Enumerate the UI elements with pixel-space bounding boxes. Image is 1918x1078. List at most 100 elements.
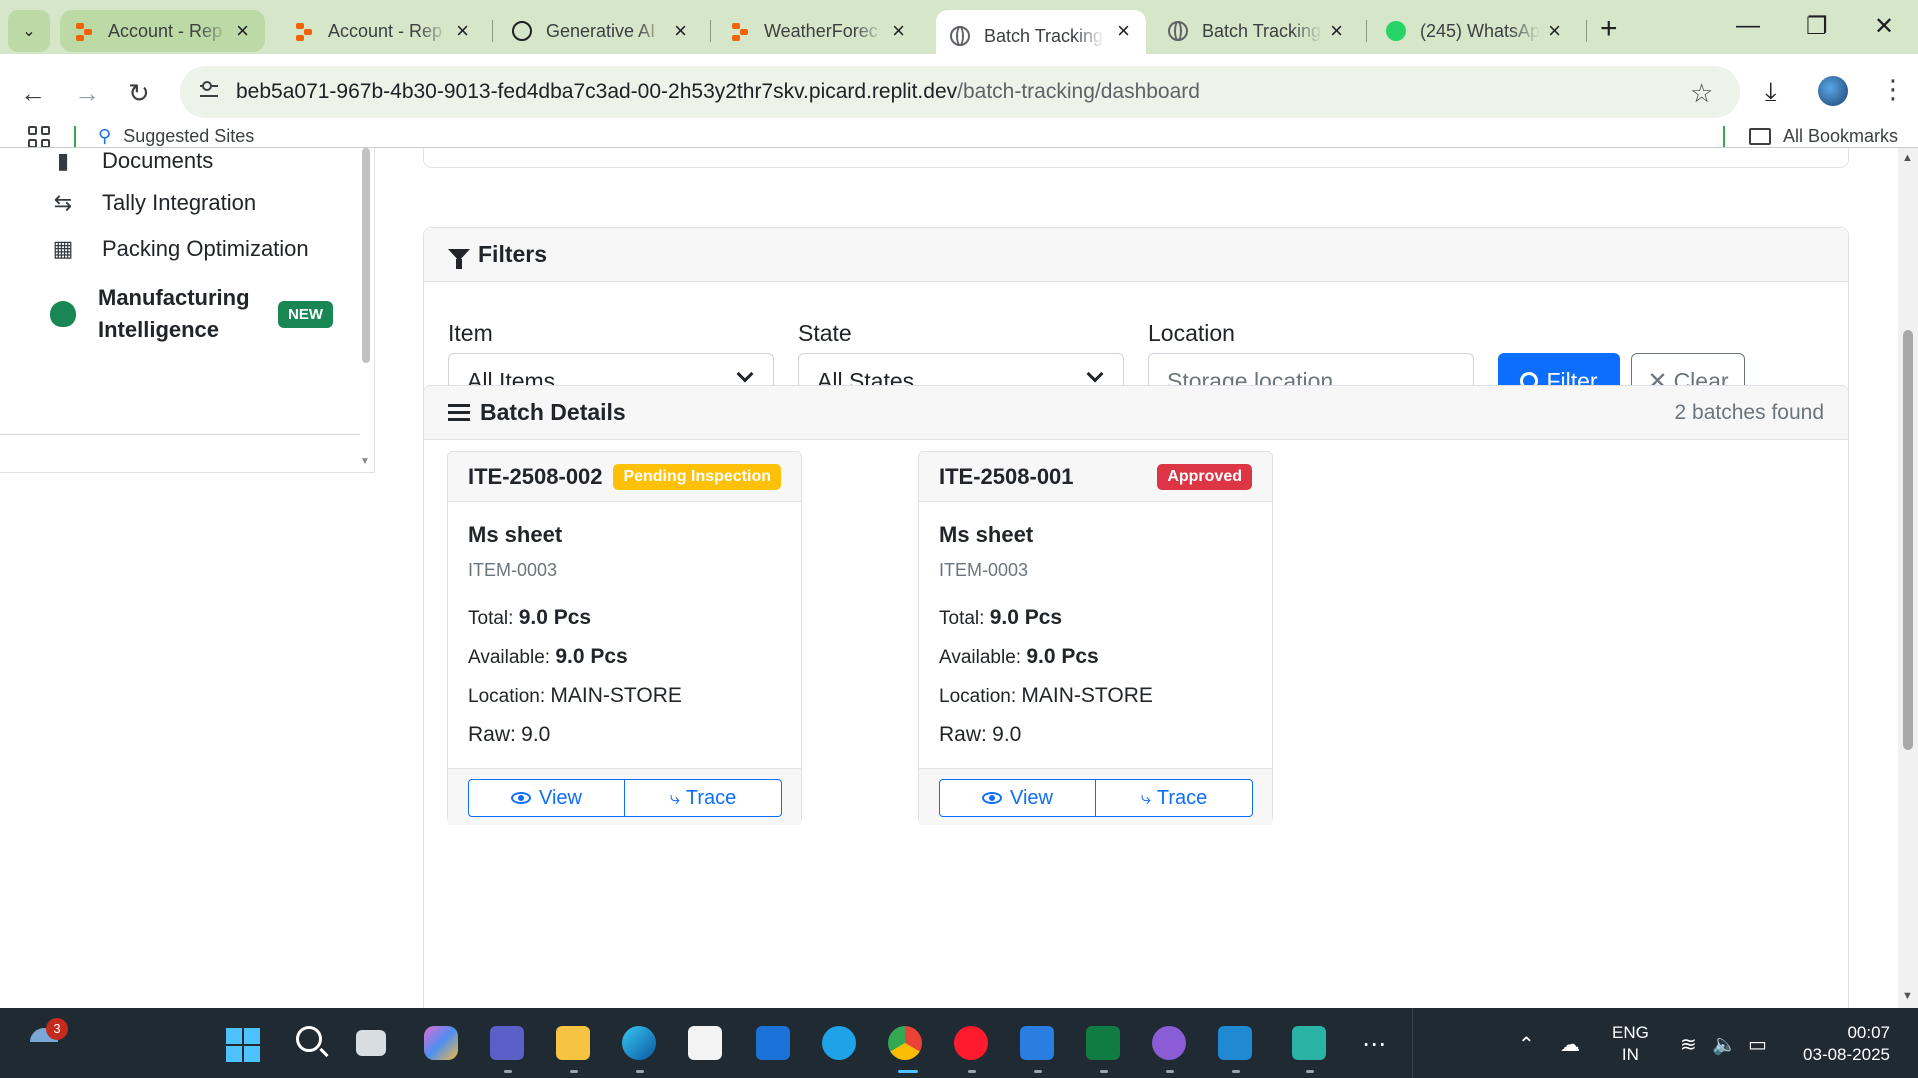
close-icon[interactable]: × xyxy=(1330,18,1343,44)
tab-divider xyxy=(492,20,493,42)
status-badge: Pending Inspection xyxy=(613,463,781,490)
minimize-button[interactable]: — xyxy=(1736,12,1760,40)
list-icon xyxy=(448,403,470,422)
tab-search-dropdown[interactable]: ⌄ xyxy=(8,10,50,52)
sidebar-item-documents[interactable]: ▮ Documents xyxy=(50,148,213,174)
sidebar-scrollbar[interactable] xyxy=(362,148,370,363)
windows-taskbar: 3 ⋯ ⌃ ☁ ENG IN ≋ 🔈 ▭ 00:07 03-08-2025 xyxy=(0,1008,1918,1078)
weather-widget[interactable]: 3 xyxy=(30,1018,68,1058)
close-icon[interactable]: × xyxy=(674,18,687,44)
tab-batch-tracking[interactable]: Batch Tracking × xyxy=(1154,10,1359,52)
menu-kebab-icon[interactable]: ⋮ xyxy=(1880,74,1906,105)
tab-divider xyxy=(1586,20,1587,42)
reload-button[interactable]: ↻ xyxy=(128,78,150,109)
view-button[interactable]: View xyxy=(939,779,1096,817)
batch-card-header: ITE-2508-002 Pending Inspection xyxy=(448,452,801,502)
brain-icon xyxy=(50,301,76,327)
github-icon[interactable] xyxy=(1152,1026,1186,1060)
profile-avatar[interactable] xyxy=(1818,76,1848,106)
more-icon[interactable]: ⋯ xyxy=(1362,1030,1388,1059)
view-button[interactable]: View xyxy=(468,779,625,817)
available-quantity: Available: 9.0 Pcs xyxy=(468,645,628,668)
bookmark-star-icon[interactable]: ☆ xyxy=(1690,78,1713,109)
app-icon[interactable] xyxy=(1292,1026,1326,1060)
running-indicator xyxy=(636,1070,644,1073)
globe-icon xyxy=(1168,21,1188,41)
window-close-button[interactable]: ✕ xyxy=(1874,12,1894,41)
scroll-up-arrow-icon[interactable]: ▲ xyxy=(1902,152,1913,164)
close-icon[interactable]: × xyxy=(892,18,905,44)
edge-icon[interactable] xyxy=(622,1026,656,1060)
batch-card-footer: View ⤷ Trace xyxy=(919,768,1272,825)
battery-icon[interactable]: ▭ xyxy=(1748,1032,1767,1057)
scroll-down-arrow-icon[interactable]: ▼ xyxy=(1902,990,1913,1002)
trace-button[interactable]: ⤷ Trace xyxy=(624,779,782,817)
close-icon[interactable]: × xyxy=(1117,18,1130,44)
file-icon: ▮ xyxy=(56,148,70,173)
chevron-down-icon xyxy=(736,365,754,383)
task-view-icon[interactable] xyxy=(356,1030,386,1056)
chrome-icon[interactable] xyxy=(888,1026,922,1060)
help-icon[interactable] xyxy=(822,1026,856,1060)
tab-whatsapp[interactable]: (245) WhatsAp × xyxy=(1372,10,1577,52)
download-icon[interactable]: ⤓ xyxy=(1765,76,1777,108)
restore-button[interactable]: ❐ xyxy=(1806,12,1828,41)
sidebar-item-tally-integration[interactable]: ⇆ Tally Integration xyxy=(50,190,256,216)
active-indicator xyxy=(898,1070,918,1073)
tab-account-1[interactable]: Account - Rep × xyxy=(60,10,265,52)
opera-icon[interactable] xyxy=(954,1026,988,1060)
close-icon[interactable]: × xyxy=(236,18,249,44)
myhp-icon[interactable] xyxy=(756,1026,790,1060)
trace-button[interactable]: ⤷ Trace xyxy=(1095,779,1253,817)
copilot-icon[interactable] xyxy=(424,1026,458,1060)
running-indicator xyxy=(1166,1070,1174,1073)
site-settings-icon[interactable] xyxy=(198,81,220,103)
notepad-icon[interactable] xyxy=(1020,1026,1054,1060)
location-label: Location xyxy=(1148,320,1235,346)
close-icon[interactable]: × xyxy=(1548,18,1561,44)
replit-icon xyxy=(294,21,314,41)
vscode-icon[interactable] xyxy=(1218,1026,1252,1060)
back-button[interactable]: ← xyxy=(20,78,46,109)
forward-button[interactable]: → xyxy=(74,78,100,109)
chevron-up-icon[interactable]: ⌃ xyxy=(1518,1032,1535,1057)
status-badge: Approved xyxy=(1157,463,1252,490)
item-name: Ms sheet xyxy=(939,522,1034,547)
search-icon[interactable] xyxy=(296,1026,322,1052)
file-explorer-icon[interactable] xyxy=(556,1026,590,1060)
store-icon[interactable] xyxy=(688,1026,722,1060)
taskbar-divider xyxy=(1412,1008,1413,1078)
new-tab-button[interactable]: + xyxy=(1600,12,1618,46)
notification-count: 3 xyxy=(46,1018,68,1040)
excel-icon[interactable] xyxy=(1086,1026,1120,1060)
clock[interactable]: 00:07 03-08-2025 xyxy=(1796,1022,1890,1066)
filters-header: Filters xyxy=(424,228,1848,282)
close-icon[interactable]: × xyxy=(456,18,469,44)
sidebar-item-packing-optimization[interactable]: ▦ Packing Optimization xyxy=(50,236,309,262)
sidebar-divider xyxy=(0,434,360,435)
openai-icon xyxy=(512,21,532,41)
scroll-down-arrow-icon[interactable]: ▼ xyxy=(360,456,370,467)
sidebar-item-manufacturing-intelligence[interactable]: Manufacturing Intelligence NEW xyxy=(50,282,333,346)
volume-icon[interactable]: 🔈 xyxy=(1712,1032,1737,1057)
onedrive-icon[interactable]: ☁ xyxy=(1560,1032,1580,1057)
eye-icon xyxy=(982,792,1002,804)
chevron-down-icon: ⌄ xyxy=(22,23,36,40)
suggested-sites-link[interactable]: ⚲ Suggested Sites xyxy=(98,126,254,147)
language-indicator[interactable]: ENG IN xyxy=(1612,1022,1649,1066)
address-bar[interactable]: beb5a071-967b-4b30-9013-fed4dba7c3ad-00-… xyxy=(180,66,1740,118)
browser-toolbar: ← → ↻ beb5a071-967b-4b30-9013-fed4dba7c3… xyxy=(0,54,1918,150)
tab-weatherforecast[interactable]: WeatherForec × xyxy=(716,10,921,52)
tab-divider xyxy=(1366,20,1367,42)
route-icon: ⤷ xyxy=(1140,787,1151,808)
start-button[interactable] xyxy=(226,1028,260,1062)
all-bookmarks-link[interactable]: All Bookmarks xyxy=(1748,126,1898,147)
tab-generative-ai[interactable]: Generative AI × xyxy=(498,10,703,52)
item-code: ITEM-0003 xyxy=(468,560,558,580)
teams-icon[interactable] xyxy=(490,1026,524,1060)
apps-grid-icon[interactable] xyxy=(28,126,50,148)
batch-count: 2 batches found xyxy=(1674,400,1824,424)
tab-account-2[interactable]: Account - Rep × xyxy=(280,10,485,52)
page-scrollbar-thumb[interactable] xyxy=(1903,330,1913,750)
wifi-icon[interactable]: ≋ xyxy=(1680,1032,1697,1057)
